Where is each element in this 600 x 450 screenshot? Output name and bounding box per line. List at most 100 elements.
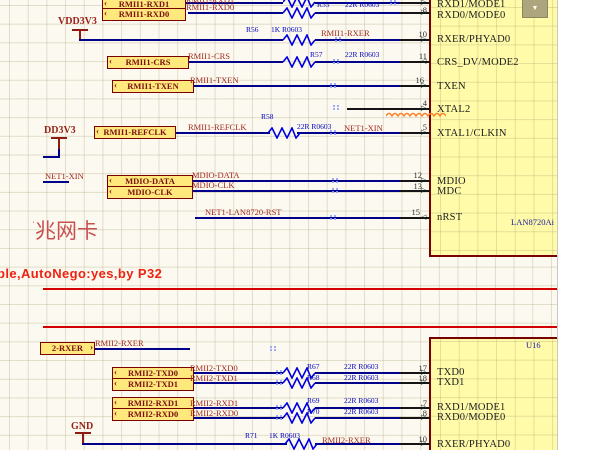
pin-arrow-icon: ◁ <box>421 58 426 65</box>
power-label-gnd[interactable]: GND <box>71 422 93 432</box>
port-chevron-icon: ‹ <box>104 9 107 18</box>
pin-name: CRS_DV/MODE2 <box>437 58 519 69</box>
port-mdio-clk[interactable]: ‹MDIO-CLK <box>107 186 193 199</box>
snap-mark <box>330 215 332 217</box>
port-chevron-icon: ‹ <box>109 57 112 66</box>
port-label: RMII1-RXD0 <box>119 10 170 19</box>
resistor-value[interactable]: 22R R0603 <box>345 51 379 59</box>
pin-arrow-icon: ▷ <box>421 9 426 16</box>
port-chevron-icon: ‹ <box>104 0 107 8</box>
pin-name: XTAL1/CLKIN <box>437 129 507 140</box>
port-chevron-icon: ‹ <box>109 187 112 196</box>
port-chevron-icon: ‹ <box>114 368 117 377</box>
pin-name: RXD0/MODE0 <box>437 413 506 424</box>
resistor-value[interactable]: 22R R0603 <box>344 397 378 405</box>
pin-arrow-icon: ▷ <box>421 177 426 184</box>
snap-mark <box>330 83 332 85</box>
resistor-refdes[interactable]: R68 <box>307 374 320 382</box>
resistor-refdes[interactable]: R57 <box>310 51 323 59</box>
net-label[interactable]: RMII1-REFCLK <box>188 123 247 132</box>
net-label[interactable]: RMII2-RXD1 <box>190 399 238 408</box>
wire[interactable] <box>315 12 400 14</box>
port-label: RMII2-RXD1 <box>128 399 179 408</box>
net-label[interactable]: MDIO-CLK <box>192 181 235 190</box>
net-label[interactable]: MDIO-DATA <box>192 171 239 180</box>
port-chevron-icon: ‹ <box>114 81 117 90</box>
schematic-editor-canvas: LAN8720Ai U16 百兆网卡 ble,AutoNego:yes,by P… <box>0 0 600 450</box>
port-chevron-icon: ‹ <box>114 379 117 388</box>
resistor-symbol-r58[interactable] <box>268 127 300 139</box>
sheet-region-line-bottom <box>43 326 557 328</box>
port-label: MDIO-DATA <box>125 177 175 186</box>
wire[interactable] <box>315 61 400 63</box>
resistor-symbol-r55[interactable] <box>283 7 315 19</box>
resistor-refdes[interactable]: R67 <box>307 363 320 371</box>
resistor-value[interactable]: 1K R0603 <box>271 26 302 34</box>
net-label[interactable]: RMII2-RXD0 <box>190 409 238 418</box>
resistor-refdes[interactable]: R71 <box>245 432 258 440</box>
chip-lan8720a-u16[interactable] <box>429 337 557 450</box>
resistor-value[interactable]: 22R R0603 <box>344 363 378 371</box>
resistor-refdes[interactable]: R69 <box>307 397 320 405</box>
net-label[interactable]: NET1-XIN <box>344 124 383 133</box>
pin-arrow-icon: ▷ <box>421 129 426 136</box>
wire[interactable] <box>315 417 400 419</box>
pin-arrow-icon: ▷ <box>421 404 426 411</box>
resistor-value[interactable]: 22R R0603 <box>297 123 331 131</box>
net-label[interactable]: RMII2-RXER <box>95 339 144 348</box>
wire[interactable] <box>315 382 400 384</box>
net-label[interactable]: RMII1-RXD0 <box>186 3 234 12</box>
port-label: RMII1-REFCLK <box>103 128 166 137</box>
net-label[interactable]: RMII1-TXEN <box>190 76 239 85</box>
snap-mark <box>276 370 278 372</box>
net-label[interactable]: RMII1-RXER <box>321 29 370 38</box>
port-rmii1-refclk[interactable]: ‹RMII1-REFCLK <box>94 126 176 139</box>
wire[interactable] <box>315 39 400 41</box>
comment-text: ble,AutoNego:yes,by P32 <box>0 266 162 281</box>
resistor-symbol-r56[interactable] <box>283 34 315 46</box>
dropdown-button[interactable]: ▼ <box>522 0 548 18</box>
resistor-refdes[interactable]: R58 <box>261 113 274 121</box>
resistor-refdes[interactable]: R56 <box>246 26 259 34</box>
pin-number: 13 <box>400 182 422 191</box>
port-chevron-icon: ‹ <box>109 176 112 185</box>
wire[interactable] <box>79 39 283 41</box>
schematic-sheet[interactable]: LAN8720Ai U16 百兆网卡 ble,AutoNego:yes,by P… <box>0 0 557 450</box>
pin-number: 12 <box>400 171 422 180</box>
power-label-vdd3v3[interactable]: VDD3V3 <box>58 17 97 27</box>
resistor-refdes[interactable]: R55 <box>317 1 330 9</box>
pin-number: 15 <box>398 208 420 217</box>
resistor-value[interactable]: 22R R0603 <box>345 1 379 9</box>
wire[interactable] <box>82 443 287 445</box>
pin-wire[interactable] <box>347 108 430 110</box>
chevron-down-icon: ▼ <box>532 5 539 12</box>
snap-mark <box>332 188 334 190</box>
pin-name: RXER/PHYAD0 <box>437 35 510 46</box>
port-rmii2-rxd0[interactable]: ‹RMII2-RXD0 <box>112 408 194 421</box>
snap-mark <box>333 105 335 107</box>
port-rmii2-rxer[interactable]: 2-RXER‹ <box>40 342 95 355</box>
wire[interactable] <box>43 156 60 158</box>
resistor-value[interactable]: 22R R0603 <box>344 374 378 382</box>
net-label[interactable]: RMII2-TXD1 <box>190 374 238 383</box>
net-label[interactable]: NET1-LAN8720-RST <box>205 208 282 217</box>
port-rmii1-rxd0[interactable]: ‹ RMII1-RXD0 <box>102 8 186 21</box>
net-label[interactable]: RMII2-TXD0 <box>190 364 238 373</box>
net-label[interactable]: RMII2-RXER <box>322 436 371 445</box>
power-label-vdd3v3-cut[interactable]: DD3V3 <box>44 126 76 136</box>
resistor-value[interactable]: 22R R0603 <box>344 408 378 416</box>
pin-arrow-icon: ▷ <box>421 36 426 43</box>
port-label: RMII1-CRS <box>126 58 171 67</box>
snap-mark <box>390 0 392 2</box>
port-rmii1-crs[interactable]: ‹ RMII1-CRS <box>107 56 189 69</box>
pin-arrow-icon: ▷ <box>421 414 426 421</box>
port-rmii2-txd1[interactable]: ‹RMII2-TXD1 <box>112 378 194 391</box>
chip2-refdes: U16 <box>526 341 541 350</box>
sheet-margin <box>557 0 600 450</box>
net-label[interactable]: NET1-XIN <box>45 172 84 181</box>
pin-arrow-icon: ▷ <box>421 105 426 112</box>
resistor-value[interactable]: 1K R0603 <box>269 432 300 440</box>
port-rmii1-txen[interactable]: ‹RMII1-TXEN <box>112 80 194 93</box>
net-label[interactable]: RMII1-CRS <box>188 52 230 61</box>
resistor-refdes[interactable]: R70 <box>307 408 320 416</box>
